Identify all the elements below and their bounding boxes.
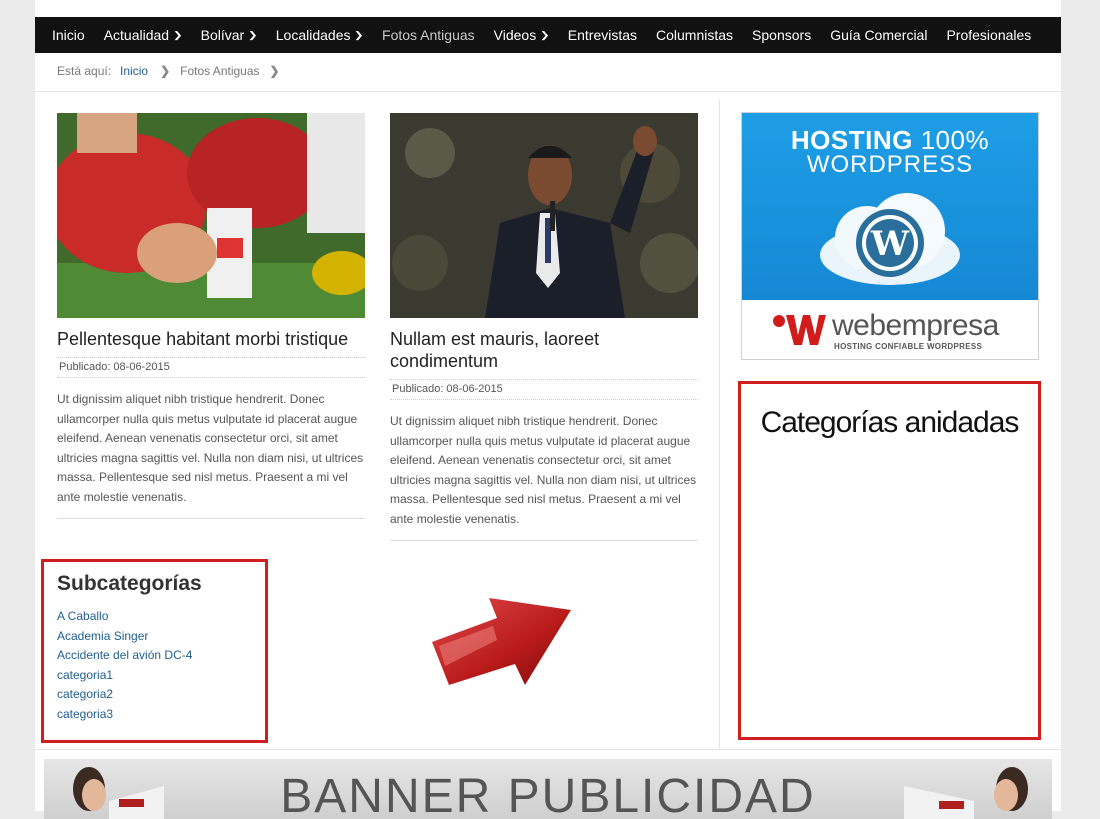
nav-item-fotos-antiguas[interactable]: Fotos Antiguas [382,27,475,43]
divider [35,91,1061,92]
ad-brand: webempresa [832,309,999,342]
nav-label: Sponsors [752,27,812,43]
article-body: Ut dignissim aliquet nibh tristique hend… [57,392,364,504]
nav-label: Bolívar [200,27,245,43]
megaphone-person-right-icon [904,767,1028,819]
column-divider [719,100,720,748]
breadcrumb-prefix: Está aquí: [57,64,112,78]
nav-item-inicio[interactable]: Inicio [52,27,85,43]
article-card: Nullam est mauris, laoreet condimentum P… [390,113,698,541]
nav-label: Localidades [275,27,351,43]
nav-item-actualidad[interactable]: Actualidad ❯ [103,27,183,43]
divider [35,749,1061,750]
article-date: Publicado: 08-06-2015 [390,379,698,400]
nav-label: Videos [493,27,537,43]
webempresa-logo-icon [773,315,826,345]
chevron-down-icon: ❯ [354,29,365,40]
chevron-down-icon: ❯ [172,29,183,40]
subcategory-link[interactable]: A Caballo [57,607,265,627]
hosting-ad[interactable]: HOSTING 100% WORDPRESS W webempresa HOST… [741,112,1039,360]
subcategories-title: Subcategorías [57,572,202,595]
chevron-right-icon: ❯ [160,64,171,78]
nav-item-localidades[interactable]: Localidades ❯ [275,27,365,43]
divider [57,517,365,519]
chevron-down-icon: ❯ [248,29,258,40]
nav-label: Fotos Antiguas [382,27,475,43]
article-title[interactable]: Nullam est mauris, laoreet condimentum [390,328,698,372]
subcategories-box: Subcategorías A Caballo Academia Singer … [41,559,268,743]
nested-categories-box: Categorías anidadas [738,381,1041,740]
subcategory-link[interactable]: categoria1 [57,666,265,686]
nav-label: Entrevistas [567,27,638,43]
ad-line2: WORDPRESS [806,151,974,178]
page: Inicio Actualidad ❯ Bolívar ❯ Localidades ❯… [35,0,1061,819]
subcategory-link[interactable]: Academia Singer [57,627,265,647]
nested-categories-title: Categorías anidadas [760,406,1020,439]
svg-text:W: W [870,224,910,264]
subcategory-link[interactable]: Accidente del avión DC-4 [57,646,265,666]
chevron-right-icon: ❯ [269,64,280,78]
wordpress-cloud-icon: W [820,193,960,285]
chevron-down-icon: ❯ [540,29,550,40]
article-image-rugby[interactable] [57,113,365,318]
subcategory-link[interactable]: categoria3 [57,705,265,725]
divider [390,539,698,541]
nav-item-columnistas[interactable]: Columnistas [656,27,733,43]
article-body: Ut dignissim aliquet nibh tristique hend… [390,414,697,526]
article-image-speaker[interactable] [390,113,698,318]
header-strip [35,0,1061,17]
nav-label: Columnistas [656,27,734,43]
main-nav: Inicio Actualidad ❯ Bolívar ❯ Localidades ❯… [35,17,1061,53]
nav-item-entrevistas[interactable]: Entrevistas [568,27,637,43]
nav-label: Profesionales [946,27,1032,43]
nav-label: Actualidad [103,27,170,43]
nav-item-guia-comercial[interactable]: Guía Comercial [830,27,927,43]
article-title[interactable]: Pellentesque habitant morbi tristique [57,328,365,350]
breadcrumb-current: Fotos Antiguas [180,64,260,78]
breadcrumb: Está aquí: Inicio ❯ Fotos Antiguas ❯ [57,64,280,78]
article-date: Publicado: 08-06-2015 [57,357,365,378]
nav-item-sponsors[interactable]: Sponsors [752,27,811,43]
nav-item-videos[interactable]: Videos ❯ [493,27,550,43]
subcategory-link[interactable]: categoria2 [57,685,265,705]
article-card: Pellentesque habitant morbi tristique Pu… [57,113,365,519]
nav-label: Inicio [52,27,85,43]
breadcrumb-home-link[interactable]: Inicio [120,64,148,78]
ad-banner[interactable]: BANNER PUBLICIDAD [44,759,1052,819]
arrow-right-icon [432,598,571,685]
nav-label: Guía Comercial [830,27,928,43]
ad-tagline: HOSTING CONFIABLE WORDPRESS [834,342,983,351]
nav-item-bolivar[interactable]: Bolívar ❯ [200,27,258,43]
nav-item-profesionales[interactable]: Profesionales [946,27,1031,43]
